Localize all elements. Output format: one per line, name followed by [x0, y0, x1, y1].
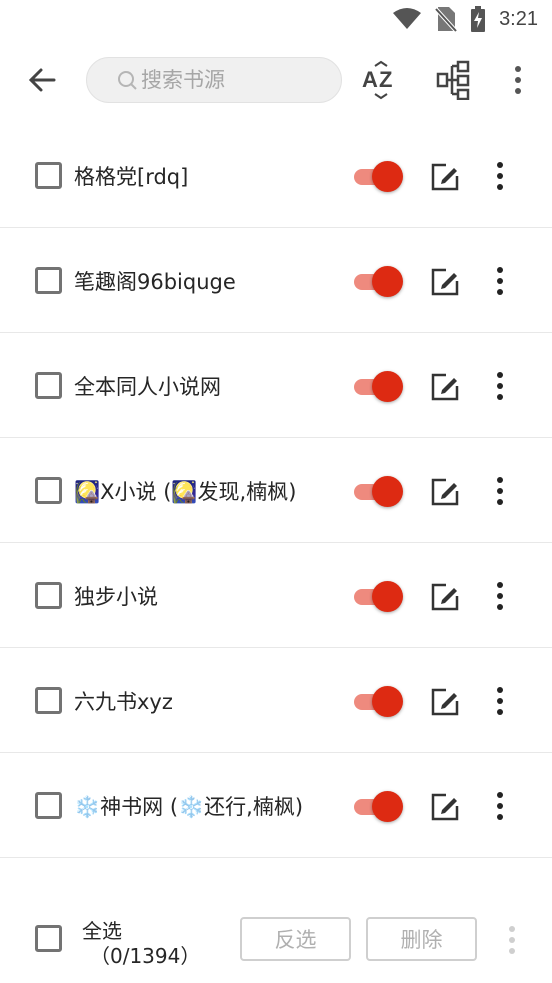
enable-switch[interactable] [352, 264, 404, 298]
sort-az-icon[interactable]: A Z [361, 60, 401, 100]
more-vert-icon[interactable] [488, 476, 512, 506]
bottom-action-bar: 全选 （0/1394） 反选 删除 [0, 893, 552, 983]
edit-icon[interactable] [430, 792, 460, 822]
source-row[interactable]: 🎑X小说 (🎑发现,楠枫) [0, 438, 552, 543]
source-row[interactable]: 六九书xyz [0, 648, 552, 753]
edit-icon[interactable] [430, 687, 460, 717]
status-icons: 3:21 [393, 6, 538, 32]
toolbar: A Z [0, 38, 552, 122]
source-name: 全本同人小说网 [74, 375, 221, 399]
source-name: 笔趣阁96biquge [74, 270, 236, 294]
battery-charging-icon [471, 6, 486, 32]
more-vert-icon[interactable] [488, 581, 512, 611]
more-vert-icon[interactable] [488, 791, 512, 821]
status-time: 3:21 [499, 7, 538, 30]
enable-switch[interactable] [352, 159, 404, 193]
select-all-checkbox[interactable] [35, 925, 62, 952]
no-sim-icon [435, 7, 458, 32]
row-checkbox[interactable] [35, 477, 62, 504]
edit-icon[interactable] [430, 267, 460, 297]
source-name: 六九书xyz [74, 690, 173, 714]
source-name: ❄️神书网 (❄️还行,楠枫) [74, 795, 304, 819]
delete-button[interactable]: 删除 [366, 917, 477, 961]
selection-count: （0/1394） [90, 944, 201, 968]
invert-selection-button[interactable]: 反选 [240, 917, 351, 961]
enable-switch[interactable] [352, 369, 404, 403]
source-list: 格格党[rdq] 笔趣阁96biquge 全本同人小说网 🎑X小说 (🎑发现,楠… [0, 123, 552, 908]
row-checkbox[interactable] [35, 687, 62, 714]
source-name: 🎑X小说 (🎑发现,楠枫) [74, 480, 297, 504]
source-row[interactable]: 全本同人小说网 [0, 333, 552, 438]
enable-switch[interactable] [352, 474, 404, 508]
more-vert-icon[interactable] [488, 266, 512, 296]
row-checkbox[interactable] [35, 582, 62, 609]
search-box[interactable] [86, 57, 342, 103]
row-checkbox[interactable] [35, 267, 62, 294]
status-bar: 3:21 [0, 0, 552, 38]
edit-icon[interactable] [430, 162, 460, 192]
more-vert-icon[interactable] [488, 686, 512, 716]
enable-switch[interactable] [352, 789, 404, 823]
enable-switch[interactable] [352, 579, 404, 613]
search-icon [118, 71, 137, 90]
search-input[interactable] [141, 58, 331, 102]
edit-icon[interactable] [430, 477, 460, 507]
row-checkbox[interactable] [35, 372, 62, 399]
svg-text:Z: Z [379, 67, 392, 92]
wifi-icon [393, 8, 422, 29]
more-vert-icon[interactable] [488, 371, 512, 401]
source-name: 独步小说 [74, 585, 158, 609]
more-vert-icon[interactable] [488, 161, 512, 191]
source-row[interactable]: 笔趣阁96biquge [0, 228, 552, 333]
source-row[interactable]: 独步小说 [0, 543, 552, 648]
row-checkbox[interactable] [35, 162, 62, 189]
group-icon[interactable] [436, 60, 472, 100]
edit-icon[interactable] [430, 582, 460, 612]
source-row[interactable]: 格格党[rdq] [0, 123, 552, 228]
row-checkbox[interactable] [35, 792, 62, 819]
more-vert-icon[interactable] [505, 60, 531, 100]
edit-icon[interactable] [430, 372, 460, 402]
source-name: 格格党[rdq] [74, 165, 189, 189]
enable-switch[interactable] [352, 684, 404, 718]
svg-text:A: A [362, 67, 378, 92]
source-row[interactable]: ❄️神书网 (❄️还行,楠枫) [0, 753, 552, 858]
back-arrow-icon[interactable] [24, 62, 60, 98]
more-vert-icon[interactable] [500, 925, 524, 955]
